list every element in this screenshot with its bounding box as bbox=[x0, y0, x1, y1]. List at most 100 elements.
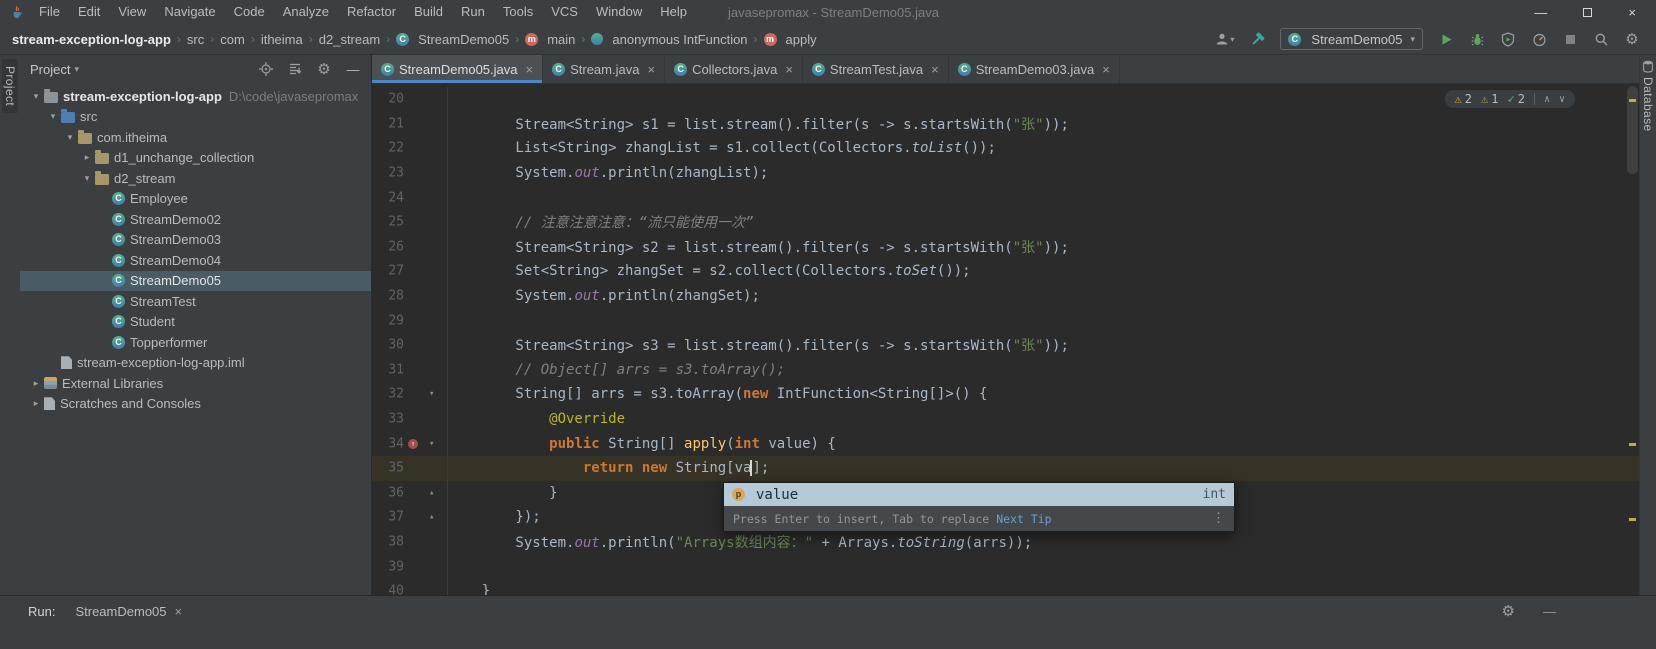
gutter[interactable]: 35 bbox=[372, 455, 448, 481]
gutter[interactable]: 39 bbox=[372, 554, 448, 579]
gutter[interactable]: 21 bbox=[372, 111, 448, 137]
menu-tools[interactable]: Tools bbox=[494, 4, 542, 19]
chevron-down-icon[interactable]: ▾ bbox=[62, 132, 78, 143]
close-icon[interactable]: × bbox=[1628, 5, 1636, 20]
close-icon[interactable]: × bbox=[931, 62, 939, 77]
build-button[interactable] bbox=[1249, 29, 1265, 49]
breadcrumb-item-anonymous-intfunction[interactable]: anonymous IntFunction bbox=[591, 32, 748, 47]
code-line-21[interactable]: 21 Stream<String> s1 = list.stream().fil… bbox=[372, 111, 1639, 137]
vcs-user-button[interactable]: ▾ bbox=[1215, 29, 1234, 49]
warning-mark[interactable] bbox=[1629, 518, 1636, 521]
close-icon[interactable]: × bbox=[647, 62, 655, 77]
code-line-34[interactable]: 34 ↑ ▾ public String[] apply(int value) { bbox=[372, 431, 1639, 456]
menu-view[interactable]: View bbox=[109, 4, 155, 19]
tree-item-stream-exception-log-app-iml[interactable]: stream-exception-log-app.iml bbox=[20, 353, 371, 374]
menu-file[interactable]: File bbox=[30, 4, 69, 19]
menu-code[interactable]: Code bbox=[225, 4, 274, 19]
breadcrumb-item-streamdemo05[interactable]: C StreamDemo05 bbox=[396, 32, 509, 47]
code-line-30[interactable]: 30 Stream<String> s3 = list.stream().fil… bbox=[372, 332, 1639, 358]
code-line-32[interactable]: 32 ▾ String[] arrs = s3.toArray(new IntFu… bbox=[372, 382, 1639, 407]
gutter[interactable]: 40 bbox=[372, 578, 448, 595]
menu-build[interactable]: Build bbox=[405, 4, 452, 19]
menu-run[interactable]: Run bbox=[452, 4, 494, 19]
menu-edit[interactable]: Edit bbox=[69, 4, 109, 19]
tree-item-external-libraries[interactable]: ▸ External Libraries bbox=[20, 373, 371, 394]
code-line-40[interactable]: 40 } bbox=[372, 578, 1639, 595]
warning-mark[interactable] bbox=[1629, 99, 1636, 102]
fold-up-icon[interactable]: ▴ bbox=[429, 488, 434, 498]
project-settings-button[interactable]: ⚙ bbox=[316, 59, 332, 79]
coverage-button[interactable] bbox=[1500, 29, 1516, 49]
gutter[interactable]: 22 bbox=[372, 136, 448, 161]
override-method-icon[interactable]: ↑ bbox=[408, 438, 418, 449]
project-tool-button[interactable]: Project bbox=[2, 59, 18, 114]
tree-item-streamdemo05[interactable]: C StreamDemo05 bbox=[20, 270, 371, 291]
gutter[interactable]: 20 bbox=[372, 87, 448, 112]
code-line-31[interactable]: 31 // Object[] arrs = s3.toArray(); bbox=[372, 357, 1639, 383]
breadcrumb-item-apply[interactable]: m apply bbox=[763, 32, 817, 47]
menu-window[interactable]: Window bbox=[587, 4, 651, 19]
gutter[interactable]: 28 bbox=[372, 283, 448, 309]
gutter[interactable]: 26 bbox=[372, 234, 448, 260]
run-settings-icon[interactable]: ⚙ bbox=[1502, 604, 1515, 619]
breadcrumb-item-com[interactable]: com bbox=[220, 32, 245, 47]
tab-streamdemo03-java[interactable]: C StreamDemo03.java × bbox=[949, 55, 1120, 83]
gutter[interactable]: 32 ▾ bbox=[372, 382, 448, 407]
debug-button[interactable] bbox=[1469, 29, 1485, 49]
code-line-23[interactable]: 23 System.out.println(zhangList); bbox=[372, 160, 1639, 186]
close-icon[interactable]: × bbox=[785, 62, 793, 77]
tree-item-d2-stream[interactable]: ▾ d2_stream bbox=[20, 168, 371, 189]
code-line-28[interactable]: 28 System.out.println(zhangSet); bbox=[372, 283, 1639, 309]
gutter[interactable]: 25 bbox=[372, 209, 448, 235]
menu-help[interactable]: Help bbox=[651, 4, 696, 19]
fold-up-icon[interactable]: ▴ bbox=[429, 512, 434, 522]
tree-item-streamtest[interactable]: C StreamTest bbox=[20, 291, 371, 312]
tree-item-src[interactable]: ▾ src bbox=[20, 107, 371, 128]
code-line-38[interactable]: 38 System.out.println("Arrays数组内容：" + Ar… bbox=[372, 529, 1639, 555]
close-icon[interactable]: × bbox=[175, 604, 183, 619]
error-stripe[interactable] bbox=[1626, 84, 1639, 595]
tab-streamtest-java[interactable]: C StreamTest.java × bbox=[803, 55, 949, 83]
prev-issue-icon[interactable]: ∧ bbox=[1544, 94, 1550, 105]
hide-panel-button[interactable]: — bbox=[345, 59, 361, 79]
gutter[interactable]: 23 bbox=[372, 160, 448, 186]
chevron-down-icon[interactable]: ▾ bbox=[79, 173, 95, 184]
minimize-icon[interactable]: — bbox=[1534, 5, 1547, 20]
profiler-button[interactable] bbox=[1531, 29, 1547, 49]
tree-item-d1-unchange-collection[interactable]: ▸ d1_unchange_collection bbox=[20, 148, 371, 169]
breadcrumb-item-main[interactable]: m main bbox=[525, 32, 575, 47]
close-icon[interactable]: × bbox=[526, 62, 534, 77]
code-line-39[interactable]: 39 bbox=[372, 554, 1639, 579]
next-tip-link[interactable]: Next Tip bbox=[996, 512, 1051, 526]
gutter[interactable]: 31 bbox=[372, 357, 448, 383]
gutter[interactable]: 27 bbox=[372, 259, 448, 284]
tab-collectors-java[interactable]: C Collectors.java × bbox=[665, 55, 803, 83]
gutter[interactable]: 37 ▴ bbox=[372, 505, 448, 530]
tree-item-com-itheima[interactable]: ▾ com.itheima bbox=[20, 127, 371, 148]
warning-mark[interactable] bbox=[1629, 443, 1636, 446]
more-options-icon[interactable]: ⋮ bbox=[1212, 511, 1225, 526]
breadcrumb-item-stream-exception-log-app[interactable]: stream-exception-log-app bbox=[12, 32, 171, 47]
breadcrumb-item-itheima[interactable]: itheima bbox=[261, 32, 303, 47]
menu-analyze[interactable]: Analyze bbox=[274, 4, 338, 19]
menu-navigate[interactable]: Navigate bbox=[155, 4, 224, 19]
collapse-all-button[interactable] bbox=[287, 59, 303, 79]
breadcrumb-item-d2-stream[interactable]: d2_stream bbox=[319, 32, 380, 47]
chevron-down-icon[interactable]: ▾ bbox=[28, 91, 44, 102]
run-config-select[interactable]: C StreamDemo05 ▾ bbox=[1280, 28, 1423, 50]
gutter[interactable]: 38 bbox=[372, 529, 448, 555]
hide-run-panel-icon[interactable]: — bbox=[1543, 604, 1556, 619]
locate-button[interactable] bbox=[258, 59, 274, 79]
project-panel-title[interactable]: Project bbox=[30, 62, 70, 77]
tree-item-topperformer[interactable]: C Topperformer bbox=[20, 332, 371, 353]
fold-down-icon[interactable]: ▾ bbox=[429, 439, 434, 449]
tree-item-student[interactable]: C Student bbox=[20, 312, 371, 333]
completion-item[interactable]: p value int bbox=[724, 483, 1234, 506]
gutter[interactable]: 34 ↑ ▾ bbox=[372, 431, 448, 456]
code-line-33[interactable]: 33 @Override bbox=[372, 406, 1639, 432]
gutter[interactable]: 29 bbox=[372, 308, 448, 333]
code-line-29[interactable]: 29 bbox=[372, 308, 1639, 333]
fold-down-icon[interactable]: ▾ bbox=[429, 389, 434, 399]
tree-item-scratches-and-consoles[interactable]: ▸ Scratches and Consoles bbox=[20, 394, 371, 415]
database-tool-button[interactable]: Database bbox=[1641, 77, 1655, 132]
